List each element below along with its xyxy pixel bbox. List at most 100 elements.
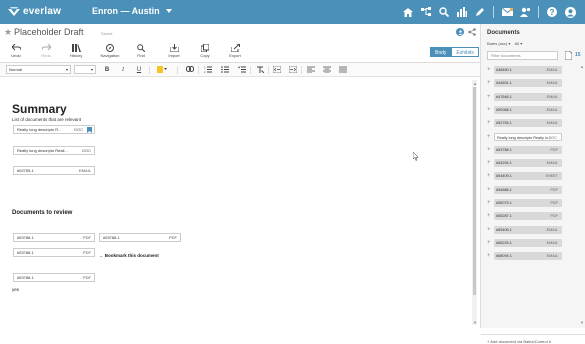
list-item[interactable]: + #54409.1 SHEET <box>481 172 585 181</box>
collaborator-icon[interactable] <box>456 28 464 36</box>
avatar-icon[interactable] <box>563 5 577 19</box>
add-icon[interactable]: + <box>487 93 491 102</box>
document-title[interactable]: Placeholder Draft <box>14 27 84 37</box>
scroll-up-icon[interactable]: ▲ <box>473 81 477 86</box>
document-chip[interactable]: #54409.1 SHEET <box>494 172 562 181</box>
undo-button[interactable]: Undo <box>1 43 31 58</box>
document-reference[interactable]: Really long descripto Reall... DOC <box>13 146 95 155</box>
new-document-icon[interactable] <box>565 51 572 60</box>
outdent-icon[interactable] <box>272 65 282 74</box>
clear-format-icon[interactable] <box>256 66 265 74</box>
document-reference[interactable]: #53788.1 PDF <box>99 233 181 242</box>
list-item[interactable]: + #55079.1 PDF <box>481 199 585 208</box>
add-icon[interactable]: + <box>487 119 491 128</box>
find-button[interactable]: Find <box>126 43 156 58</box>
list-item[interactable]: + #38460.1 EMAIL <box>481 66 585 75</box>
add-icon[interactable]: + <box>487 172 491 181</box>
add-icon[interactable]: + <box>487 79 491 88</box>
document-chip[interactable]: #38460.1 EMAIL <box>494 66 562 74</box>
document-reference[interactable]: #53788.1 PDF <box>13 233 95 242</box>
list-item[interactable]: + #54686.1 PDF <box>481 185 585 195</box>
add-icon[interactable]: + <box>487 159 491 168</box>
underline-button[interactable]: U <box>135 66 143 74</box>
add-icon[interactable]: + <box>487 239 491 248</box>
font-size-select[interactable]: ▾ <box>74 65 96 74</box>
editor-scrollbar-thumb[interactable] <box>473 87 476 295</box>
add-icon[interactable]: + <box>487 226 491 235</box>
document-reference[interactable]: #53788.1 PDF <box>13 248 95 257</box>
document-chip[interactable]: #54294.1 EMAIL <box>494 159 562 168</box>
list-item[interactable]: + #68094.1 EMAIL <box>481 252 585 261</box>
document-chip[interactable]: #55287.1 PDF <box>494 212 562 221</box>
align-center-icon[interactable] <box>323 66 331 74</box>
list-item[interactable]: + #53788.1 PDF <box>481 145 585 155</box>
search-icon[interactable] <box>437 5 451 19</box>
help-icon[interactable]: ? <box>545 5 559 19</box>
scroll-up-icon[interactable]: ▲ <box>580 64 584 69</box>
list-item[interactable]: + #65406.1 EMAIL <box>481 225 585 235</box>
tab-exhibits[interactable]: Exhibits <box>451 47 479 57</box>
people-icon[interactable] <box>518 5 532 19</box>
add-icon[interactable]: + <box>487 106 491 115</box>
add-icon[interactable]: + <box>487 146 491 155</box>
home-icon[interactable] <box>401 5 415 19</box>
list-item[interactable]: + #55287.1 PDF <box>481 212 585 221</box>
bar-chart-icon[interactable] <box>455 5 469 19</box>
export-button[interactable]: Export <box>220 43 250 58</box>
star-icon[interactable]: ★ <box>4 27 12 38</box>
editor-area[interactable] <box>0 77 471 328</box>
document-reference[interactable]: #52755.1 EMAIL <box>13 166 95 175</box>
document-chip[interactable]: #44691.1 EMAIL <box>494 79 562 88</box>
list-item[interactable]: + Really long descripto Really lo... DOC <box>481 132 585 142</box>
add-icon[interactable]: + <box>487 186 491 195</box>
list-item[interactable]: + #52755.1 EMAIL <box>481 119 585 128</box>
add-icon[interactable]: + <box>487 252 491 261</box>
history-button[interactable]: History <box>61 43 91 58</box>
indent-icon[interactable] <box>288 65 298 74</box>
share-icon[interactable] <box>468 28 476 38</box>
document-chip[interactable]: #55079.1 PDF <box>494 199 562 207</box>
checklist-icon[interactable] <box>237 66 246 74</box>
add-icon[interactable]: + <box>487 66 491 75</box>
document-chip[interactable]: #47646.1 EMAIL <box>494 92 562 101</box>
numbered-list-icon[interactable]: 12 <box>204 66 212 74</box>
list-item[interactable]: + #50068.1 EMAIL <box>481 105 585 115</box>
list-item[interactable]: + #66225.1 EMAIL <box>481 238 585 248</box>
document-chip[interactable]: Really long descripto Really lo... DOC <box>494 132 562 141</box>
add-icon[interactable]: + <box>487 199 491 208</box>
document-chip[interactable]: #53788.1 PDF <box>494 145 562 154</box>
align-justify-icon[interactable] <box>339 66 347 74</box>
pen-icon[interactable] <box>473 5 487 19</box>
document-reference[interactable]: #53788.1 PDF <box>13 273 95 282</box>
redo-button[interactable]: Redo <box>31 43 61 58</box>
highlight-button[interactable] <box>156 66 168 74</box>
document-chip[interactable]: #50068.1 EMAIL <box>494 105 562 114</box>
list-item[interactable]: + #47646.1 EMAIL <box>481 92 585 102</box>
paragraph-style-select[interactable]: Normal ▾ <box>6 65 71 74</box>
navigation-button[interactable]: Navigation <box>95 43 125 58</box>
mail-icon[interactable] <box>500 5 514 19</box>
bold-button[interactable]: B <box>103 66 111 74</box>
italic-button[interactable]: I <box>119 66 127 74</box>
bulleted-list-icon[interactable] <box>221 66 229 74</box>
hierarchy-icon[interactable] <box>419 5 433 19</box>
sort-select[interactable]: Bates (asc) ▾ <box>487 41 510 46</box>
list-item[interactable]: + #44691.1 EMAIL <box>481 79 585 88</box>
document-chip[interactable]: #68094.1 EMAIL <box>494 252 562 261</box>
scope-select[interactable]: All ▾ <box>515 41 523 46</box>
document-reference[interactable]: Really long descripto R... DOC <box>13 125 95 134</box>
add-icon[interactable]: + <box>487 212 491 221</box>
link-icon[interactable] <box>186 66 194 74</box>
import-button[interactable]: Import <box>159 43 189 58</box>
document-chip[interactable]: #65406.1 EMAIL <box>494 225 562 234</box>
document-chip[interactable]: #52755.1 EMAIL <box>494 119 562 128</box>
document-chip[interactable]: #66225.1 EMAIL <box>494 238 562 247</box>
scroll-down-icon[interactable]: ▼ <box>580 320 584 325</box>
copy-button[interactable]: Copy <box>190 43 220 58</box>
logo[interactable]: everlaw <box>8 6 61 17</box>
project-selector[interactable]: Enron — Austin <box>92 6 172 16</box>
list-item[interactable]: + #54294.1 EMAIL <box>481 159 585 168</box>
add-document-link[interactable]: + Add document via Bates/Control # <box>487 339 551 344</box>
bookmark-icon[interactable] <box>87 127 92 133</box>
align-left-icon[interactable] <box>307 66 315 74</box>
